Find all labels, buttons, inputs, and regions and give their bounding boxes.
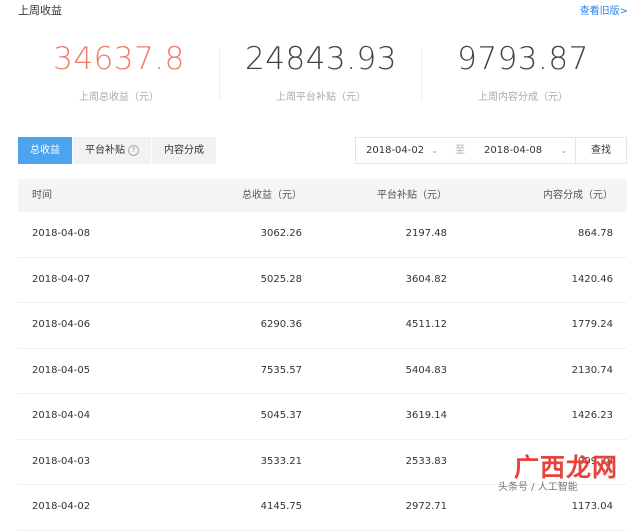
end-date-value: 2018-04-08 <box>484 145 543 156</box>
cell-date: 2018-04-04 <box>32 410 91 421</box>
tab-label: 内容分成 <box>164 145 204 156</box>
column-header-share: 内容分成（元） <box>543 190 613 201</box>
tab-platform-subsidy[interactable]: 平台补贴 ? <box>73 137 152 164</box>
cell-total: 4145.75 <box>260 501 302 512</box>
cell-total: 7535.57 <box>260 364 302 376</box>
table-row: 2018-04-07 5025.28 3604.82 1420.46 <box>18 258 627 303</box>
divider <box>219 48 220 100</box>
stat-label: 上周总收益（元） <box>79 92 159 103</box>
watermark: 广西龙网 头条号 / 人工智能 <box>498 448 640 497</box>
column-header-date: 时间 <box>32 190 52 201</box>
cell-subsidy: 2972.71 <box>405 501 447 512</box>
summary-stats: 34637.8 上周总收益（元） 24843.93 上周平台补贴（元） 9793… <box>0 38 640 108</box>
income-tabs: 总收益 平台补贴 ? 内容分成 <box>18 137 217 164</box>
cell-share: 1420.46 <box>571 273 613 285</box>
cell-share: 864.78 <box>578 228 613 239</box>
cell-share: 1779.24 <box>571 319 613 330</box>
divider <box>421 48 422 100</box>
cell-share: 1426.23 <box>571 410 613 421</box>
cell-total: 3533.21 <box>260 455 302 467</box>
cell-date: 2018-04-06 <box>32 319 91 330</box>
cell-date: 2018-04-02 <box>32 501 91 512</box>
tab-content-share[interactable]: 内容分成 <box>152 137 217 164</box>
stat-value: 24843.93 <box>245 41 397 77</box>
stat-value: 34637.8 <box>53 41 185 77</box>
cell-total: 6290.36 <box>260 319 302 330</box>
cell-subsidy: 2197.48 <box>405 228 447 239</box>
chevron-down-icon: ⌄ <box>560 146 567 155</box>
stat-value: 9793.87 <box>457 41 589 77</box>
tab-label: 总收益 <box>30 145 60 156</box>
stat-label: 上周内容分成（元） <box>478 92 568 103</box>
date-separator-box: 至 <box>445 137 473 164</box>
cell-subsidy: 3604.82 <box>405 273 447 285</box>
cell-total: 5025.28 <box>260 273 302 285</box>
help-icon[interactable]: ? <box>128 145 139 156</box>
cell-date: 2018-04-05 <box>32 364 91 376</box>
start-date-picker[interactable]: 2018-04-02 ⌄ <box>355 137 446 164</box>
date-filter: 2018-04-02 ⌄ 至 2018-04-08 ⌄ 查找 <box>355 137 627 164</box>
cell-date: 2018-04-03 <box>32 455 91 467</box>
cell-subsidy: 4511.12 <box>405 319 447 330</box>
cell-subsidy: 3619.14 <box>405 410 447 421</box>
table-row: 2018-04-04 5045.37 3619.14 1426.23 <box>18 394 627 440</box>
cell-total: 5045.37 <box>260 410 302 421</box>
view-old-version-link[interactable]: 查看旧版> <box>580 2 628 17</box>
stat-content-share: 9793.87 上周内容分成（元） <box>418 38 628 103</box>
query-button[interactable]: 查找 <box>575 137 627 164</box>
end-date-picker[interactable]: 2018-04-08 ⌄ <box>472 137 576 164</box>
tab-total-income[interactable]: 总收益 <box>18 137 73 164</box>
cell-total: 3062.26 <box>260 228 302 239</box>
stat-total-income: 34637.8 上周总收益（元） <box>14 38 224 103</box>
tab-label: 平台补贴 <box>85 145 125 156</box>
watermark-caption: 头条号 / 人工智能 <box>498 482 578 493</box>
stat-label: 上周平台补贴（元） <box>276 92 366 103</box>
table-row: 2018-04-06 6290.36 4511.12 1779.24 <box>18 303 627 349</box>
section-header: 上周收益 查看旧版> <box>0 0 640 20</box>
cell-subsidy: 2533.83 <box>405 455 447 467</box>
cell-date: 2018-04-07 <box>32 273 91 285</box>
chevron-down-icon: ⌄ <box>431 146 438 155</box>
table-row: 2018-04-08 3062.26 2197.48 864.78 <box>18 212 627 258</box>
stat-platform-subsidy: 24843.93 上周平台补贴（元） <box>216 38 426 103</box>
section-title: 上周收益 <box>18 4 62 17</box>
table-header: 时间 总收益（元） 平台补贴（元） 内容分成（元） <box>18 179 627 212</box>
column-header-subsidy: 平台补贴（元） <box>377 190 447 201</box>
cell-share: 2130.74 <box>571 364 613 376</box>
table-row: 2018-04-05 7535.57 5404.83 2130.74 <box>18 349 627 394</box>
cell-date: 2018-04-08 <box>32 228 91 239</box>
start-date-value: 2018-04-02 <box>366 145 425 156</box>
column-header-total: 总收益（元） <box>242 190 302 201</box>
cell-subsidy: 5404.83 <box>405 364 447 376</box>
date-separator: 至 <box>455 145 465 156</box>
